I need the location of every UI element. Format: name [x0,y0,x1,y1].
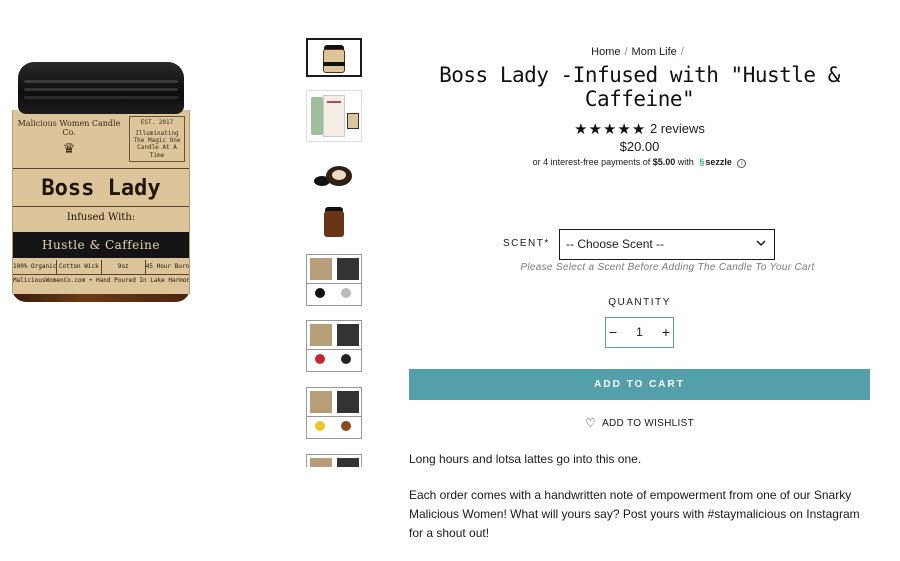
label-scent-band: Hustle & Caffeine [13,232,189,258]
breadcrumb-category[interactable]: Mom Life [632,46,677,58]
wishlist-label: ADD TO WISHLIST [602,418,694,429]
breadcrumb-home[interactable]: Home [591,46,620,58]
product-description: Long hours and lotsa lattes go into this… [409,450,870,560]
thumbnail-grid-4[interactable] [306,454,362,467]
quantity-increase-button[interactable]: + [659,318,673,347]
heart-icon: ♡ [585,416,597,430]
chandelier-icon: ♛ [62,140,76,157]
review-count[interactable]: 2 reviews [650,121,705,136]
info-icon[interactable]: i [737,159,747,168]
description-paragraph: Long hours and lotsa lattes go into this… [409,452,642,466]
scent-selected-value: -- Choose Scent -- [566,237,665,251]
jar-lid [18,62,184,114]
scent-select[interactable]: -- Choose Scent -- [559,229,775,260]
jar-label: Malicious Women Candle Co. ♛ EST. 2017 I… [12,110,190,294]
sezzle-brand: sezzle [705,157,732,167]
thumbnail-note-card[interactable] [306,90,362,142]
quantity-label: QUANTITY [608,297,671,308]
main-product-image[interactable]: Malicious Women Candle Co. ♛ EST. 2017 I… [8,58,194,302]
label-specs: 100% Organic Soy Cotton Wick 9oz 45 Hour… [13,260,189,274]
thumbnail-grid-2[interactable] [306,320,362,372]
scent-label: SCENT* [503,238,550,249]
quantity-decrease-button[interactable]: − [606,318,620,347]
label-infused: Infused With: [66,212,136,223]
quantity-input[interactable]: 1 [620,318,659,347]
thumbnail-jar-front[interactable] [306,38,362,77]
label-website: MaliciousWomenCo.com • Hand Poured In La… [13,277,189,284]
breadcrumb: Home / Mom Life / [591,46,684,58]
quantity-stepper: − 1 + [605,317,674,348]
add-to-cart-button[interactable]: ADD TO CART [409,369,870,400]
thumbnail-open-jar[interactable] [306,156,362,196]
label-brand: Malicious Women Candle Co. ♛ [17,119,121,157]
installment-amount: $5.00 [652,157,676,167]
description-paragraph: Each order comes with a handwritten note… [409,488,860,540]
product-price: $20.00 [619,139,660,154]
sezzle-logo-icon: § [699,157,705,167]
scent-helper-text: Please Select a Scent Before Adding The … [520,262,815,273]
thumbnail-grid-1[interactable] [306,254,362,306]
rating-stars-icon: ★★★★★ [574,121,647,138]
sezzle-installments: or 4 interest-free payments of $5.00 wit… [409,157,870,168]
add-to-wishlist-button[interactable]: ♡ ADD TO WISHLIST [409,416,870,430]
thumbnail-jar-back[interactable] [306,203,362,241]
product-title: Boss Lady -Infused with "Hustle & Caffei… [439,63,840,111]
product-rating[interactable]: ★★★★★ 2 reviews [409,120,870,138]
label-title: Boss Lady [41,176,161,201]
thumbnail-grid-3[interactable] [306,387,362,439]
label-est-box: EST. 2017 Illuminating The Magic One Can… [129,116,185,162]
